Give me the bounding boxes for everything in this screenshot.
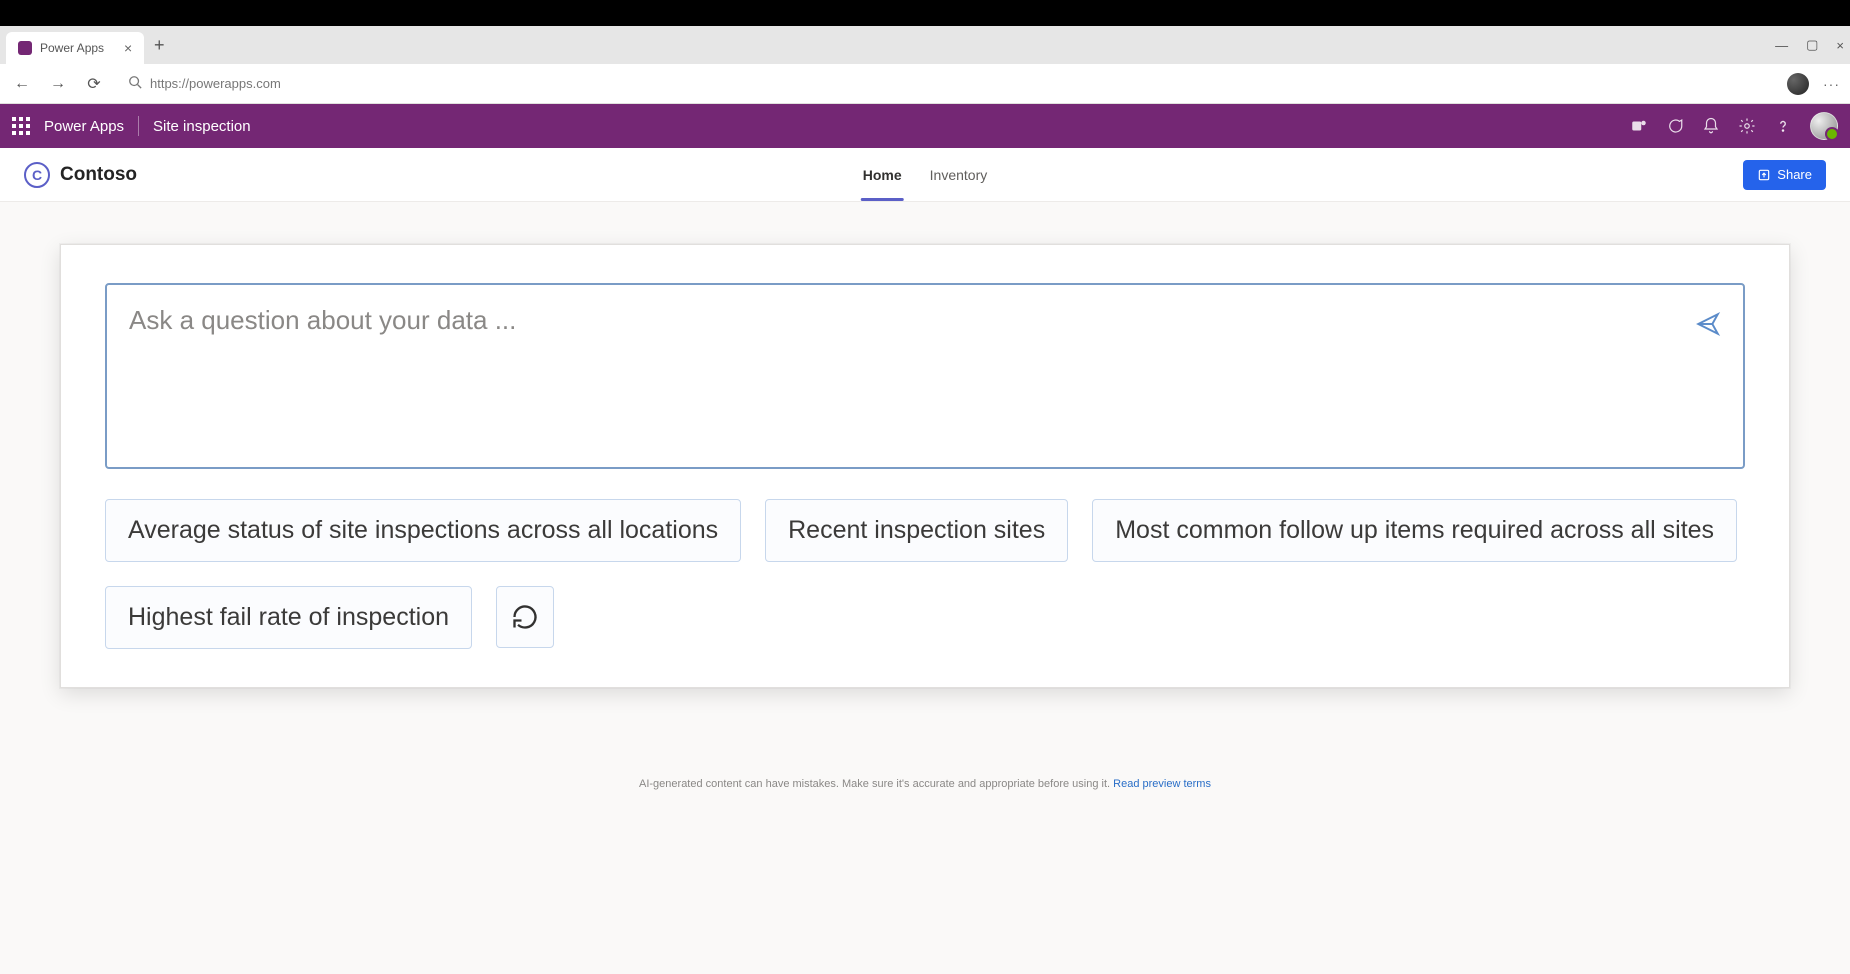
maximize-icon[interactable]: ▢ <box>1806 37 1818 53</box>
app-header: Power Apps Site inspection <box>0 104 1850 148</box>
browser-nav-right: ··· <box>1787 73 1840 95</box>
bell-icon[interactable] <box>1702 117 1720 135</box>
close-window-icon[interactable]: × <box>1836 38 1844 53</box>
share-label: Share <box>1777 167 1812 182</box>
footer-text: AI-generated content can have mistakes. … <box>639 778 1113 790</box>
app-name: Site inspection <box>153 118 251 135</box>
gear-icon[interactable] <box>1738 117 1756 135</box>
close-tab-icon[interactable]: × <box>124 40 132 56</box>
profile-avatar-icon[interactable] <box>1787 73 1809 95</box>
favicon-icon <box>18 41 32 55</box>
tab-title: Power Apps <box>40 41 104 55</box>
refresh-browser-icon[interactable]: ⟳ <box>82 74 106 94</box>
preview-terms-link[interactable]: Read preview terms <box>1113 778 1211 790</box>
waffle-icon[interactable] <box>12 117 30 135</box>
search-icon <box>128 75 142 92</box>
minimize-icon[interactable]: — <box>1775 38 1788 53</box>
suggestion-row: Average status of site inspections acros… <box>105 499 1745 649</box>
help-icon[interactable] <box>1774 117 1792 135</box>
chat-icon[interactable] <box>1666 117 1684 135</box>
sub-header: C Contoso Home Inventory Share <box>0 148 1850 202</box>
back-icon[interactable]: ← <box>10 75 34 93</box>
browser-tab-row: Power Apps × + — ▢ × <box>0 26 1850 64</box>
brand: C Contoso <box>24 162 137 188</box>
send-icon[interactable] <box>1695 311 1721 337</box>
suggestion-chip[interactable]: Recent inspection sites <box>765 499 1068 562</box>
browser-tab[interactable]: Power Apps × <box>6 32 144 64</box>
window-controls: — ▢ × <box>1775 26 1844 64</box>
more-icon[interactable]: ··· <box>1823 76 1840 92</box>
share-button[interactable]: Share <box>1743 160 1826 190</box>
refresh-suggestions-button[interactable] <box>496 586 554 648</box>
header-right <box>1630 112 1838 140</box>
product-name[interactable]: Power Apps <box>44 118 124 135</box>
suggestion-chip[interactable]: Average status of site inspections acros… <box>105 499 741 562</box>
question-input[interactable] <box>129 305 1641 336</box>
ask-box[interactable] <box>105 283 1745 469</box>
browser-nav-row: ← → ⟳ https://powerapps.com ··· <box>0 64 1850 104</box>
url-text: https://powerapps.com <box>150 76 281 91</box>
top-black-bar <box>0 0 1850 26</box>
brand-icon: C <box>24 162 50 188</box>
tab-inventory[interactable]: Inventory <box>928 148 990 201</box>
tab-home[interactable]: Home <box>861 148 904 201</box>
suggestion-chip[interactable]: Most common follow up items required acr… <box>1092 499 1737 562</box>
new-tab-button[interactable]: + <box>144 35 174 56</box>
ai-footer-note: AI-generated content can have mistakes. … <box>60 778 1790 790</box>
suggestion-chip[interactable]: Highest fail rate of inspection <box>105 586 472 649</box>
copilot-card: Average status of site inspections acros… <box>60 244 1790 688</box>
forward-icon[interactable]: → <box>46 75 70 93</box>
teams-icon[interactable] <box>1630 117 1648 135</box>
brand-name: Contoso <box>60 164 137 186</box>
header-divider <box>138 116 139 136</box>
nav-tabs: Home Inventory <box>861 148 990 201</box>
main-content: Average status of site inspections acros… <box>0 202 1850 810</box>
url-bar[interactable]: https://powerapps.com <box>118 69 1775 99</box>
user-avatar-icon[interactable] <box>1810 112 1838 140</box>
